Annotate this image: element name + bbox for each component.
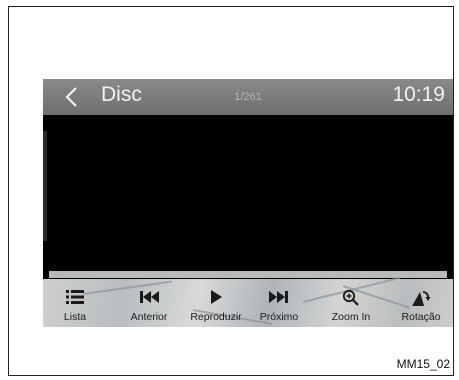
- control-toolbar: Lista Anterior Reproduzir Próximo Zoom I…: [43, 276, 453, 327]
- list-button[interactable]: Lista: [45, 279, 105, 327]
- zoom-in-label: Zoom In: [331, 311, 371, 323]
- rotate-button[interactable]: Rotação: [391, 279, 451, 327]
- rotate-label: Rotação: [401, 311, 441, 323]
- zoom-in-icon: [342, 289, 359, 306]
- media-player-screen: Disc 1/261 10:19 Lista Anterior Reproduz…: [43, 79, 453, 327]
- progress-bar[interactable]: [49, 271, 447, 278]
- skip-previous-icon: [140, 291, 159, 303]
- zoom-in-button[interactable]: Zoom In: [319, 279, 383, 327]
- header-bar: Disc 1/261 10:19: [43, 79, 453, 115]
- play-icon: [211, 290, 222, 304]
- list-label: Lista: [63, 311, 87, 323]
- list-icon: [66, 290, 84, 304]
- side-edge: [43, 131, 47, 241]
- manual-figure-frame: Disc 1/261 10:19 Lista Anterior Reproduz…: [8, 6, 454, 376]
- skip-next-icon: [269, 291, 288, 303]
- previous-label: Anterior: [130, 311, 168, 323]
- previous-button[interactable]: Anterior: [117, 279, 181, 327]
- rotate-icon: [412, 291, 431, 306]
- photo-display-area[interactable]: [43, 115, 453, 271]
- figure-code: MM15_02: [396, 357, 450, 371]
- next-label: Próximo: [259, 311, 299, 323]
- play-label: Reproduzir: [190, 311, 242, 323]
- next-button[interactable]: Próximo: [247, 279, 311, 327]
- clock: 10:19: [392, 83, 445, 106]
- play-button[interactable]: Reproduzir: [183, 279, 249, 327]
